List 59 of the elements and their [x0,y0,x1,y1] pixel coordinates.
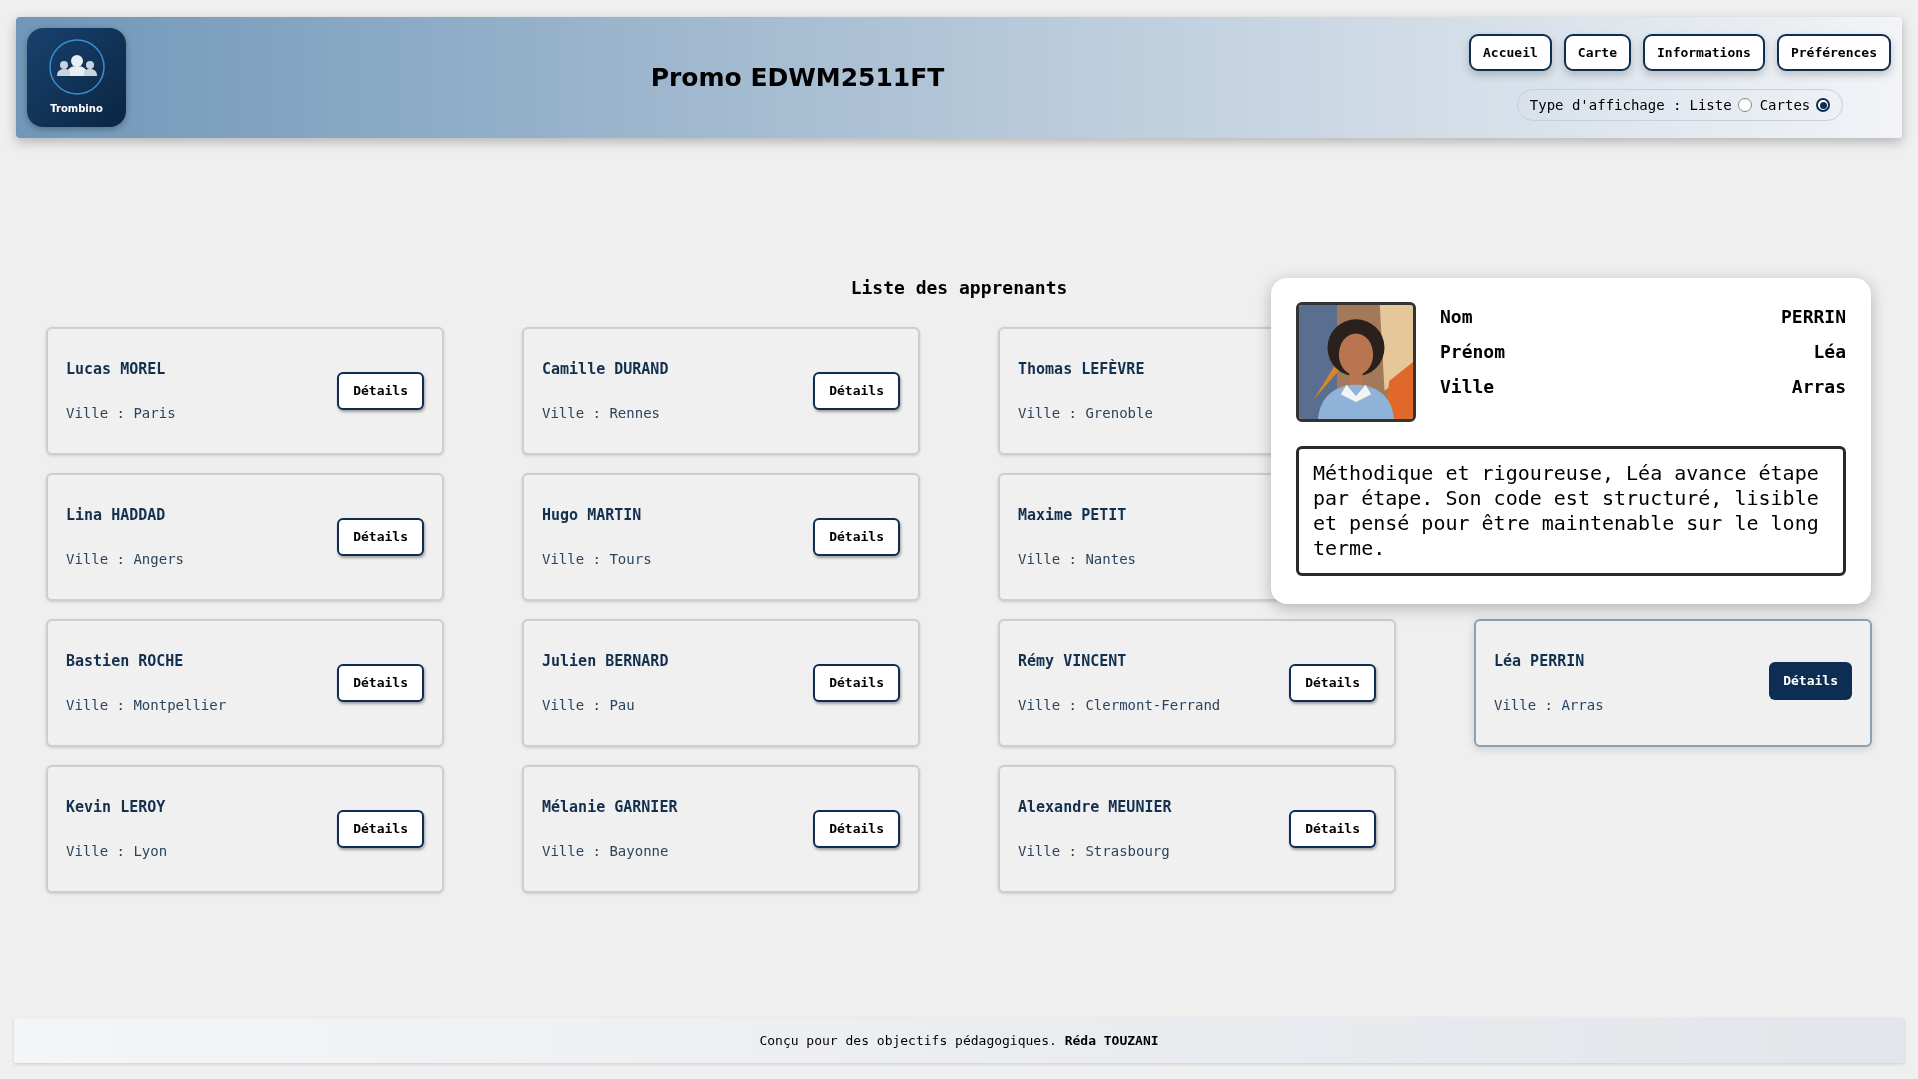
student-name: Maxime PETIT [1018,505,1127,527]
details-button[interactable]: Détails [337,810,424,848]
student-city: Ville : Lyon [66,841,168,861]
student-name: Rémy VINCENT [1018,651,1127,673]
nav-button[interactable]: Accueil [1469,34,1552,71]
student-city: Ville : Pau [542,695,635,715]
student-city: Ville : Nantes [1018,549,1136,569]
details-button[interactable]: Détails [1769,662,1852,700]
student-name: Kevin LEROY [66,797,166,819]
student-name: Alexandre MEUNIER [1018,797,1172,819]
student-name: Léa PERRIN [1494,651,1585,673]
logo-label: Trombino [50,102,103,116]
student-city: Ville : Arras [1494,695,1604,715]
student-city: Ville : Grenoble [1018,403,1153,423]
field-value: Arras [1791,375,1846,399]
details-button[interactable]: Détails [813,372,900,410]
student-name: Julien BERNARD [542,651,669,673]
field-value: Léa [1813,340,1846,364]
details-button[interactable]: Détails [1289,810,1376,848]
student-city: Ville : Strasbourg [1018,841,1170,861]
field-label: Nom [1440,305,1473,329]
radio-label: Liste [1689,95,1732,115]
student-description: Méthodique et rigoureuse, Léa avance étape par étape. Son code est structuré, lisible et pensé pour être maintenable sur le long terme. [1296,446,1846,576]
details-button[interactable]: Détails [813,664,900,702]
footer-text: Conçu pour des objectifs pédagogiques. Réda TOUZANI [759,1031,1159,1050]
student-name: Mélanie GARNIER [542,797,678,819]
details-button[interactable]: Détails [813,810,900,848]
student-city: Ville : Rennes [542,403,660,423]
student-city: Ville : Bayonne [542,841,669,861]
display-type-label: Type d'affichage : [1529,95,1682,115]
details-button[interactable]: Détails [337,372,424,410]
student-city: Ville : Clermont-Ferrand [1018,695,1221,715]
radio-button[interactable] [1737,98,1752,112]
details-button[interactable]: Détails [1289,664,1376,702]
student-city: Ville : Paris [66,403,176,423]
student-name: Hugo MARTIN [542,505,642,527]
student-name: Lina HADDAD [66,505,166,527]
field-label: Ville [1440,375,1495,399]
details-button[interactable]: Détails [337,664,424,702]
student-name: Camille DURAND [542,359,669,381]
details-button[interactable]: Détails [813,518,900,556]
nav-button[interactable]: Carte [1563,34,1631,71]
nav-button[interactable]: Informations [1643,34,1765,71]
field-label: Prénom [1440,340,1506,364]
app-logo[interactable]: Trombino [27,28,126,127]
field-value: PERRIN [1780,305,1846,329]
student-city: Ville : Montpellier [66,695,227,715]
group-icon [48,39,105,95]
nav-button[interactable]: Préférences [1776,34,1891,71]
section-heading: Liste des apprenants [850,276,1068,300]
student-name: Thomas LEFÈVRE [1018,358,1145,381]
student-name: Bastien ROCHE [66,651,184,673]
radio-button[interactable] [1816,98,1831,112]
page-title: Promo EDWM2511FT [650,61,945,94]
details-button[interactable]: Détails [337,518,424,556]
student-city: Ville : Angers [66,549,184,569]
radio-label: Cartes [1759,95,1811,115]
student-city: Ville : Tours [542,549,652,569]
student-name: Lucas MOREL [66,359,166,381]
